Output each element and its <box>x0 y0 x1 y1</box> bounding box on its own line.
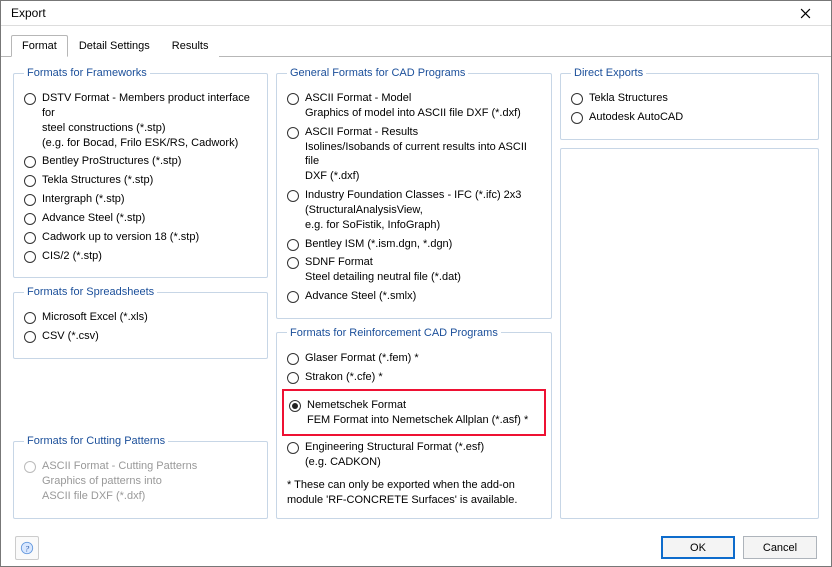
group-spreadsheets: Formats for Spreadsheets Microsoft Excel… <box>13 286 268 359</box>
export-dialog: Export Format Detail Settings Results Fo… <box>0 0 832 567</box>
group-direct-title: Direct Exports <box>571 67 646 79</box>
opt-esf[interactable]: Engineering Structural Format (*.esf) (e… <box>287 440 541 470</box>
tab-format[interactable]: Format <box>11 35 68 57</box>
radio-icon <box>24 312 36 324</box>
window-title: Export <box>11 6 46 20</box>
radio-icon <box>287 291 299 303</box>
opt-excel[interactable]: Microsoft Excel (*.xls) <box>24 310 257 325</box>
opt-bentley-ism[interactable]: Bentley ISM (*.ism.dgn, *.dgn) <box>287 237 541 252</box>
group-frameworks: Formats for Frameworks DSTV Format - Mem… <box>13 67 268 278</box>
opt-ifc[interactable]: Industry Foundation Classes - IFC (*.ifc… <box>287 188 541 233</box>
close-icon <box>800 8 811 19</box>
tab-strip: Format Detail Settings Results <box>1 26 831 57</box>
opt-bentley-prostructures[interactable]: Bentley ProStructures (*.stp) <box>24 154 257 169</box>
radio-icon <box>287 372 299 384</box>
radio-icon <box>24 93 36 105</box>
opt-csv[interactable]: CSV (*.csv) <box>24 329 257 344</box>
opt-ascii-results[interactable]: ASCII Format - Results Isolines/Isobands… <box>287 125 541 184</box>
radio-icon <box>24 461 36 473</box>
opt-tekla-structures[interactable]: Tekla Structures (*.stp) <box>24 173 257 188</box>
group-reinforcement: Formats for Reinforcement CAD Programs G… <box>276 327 552 519</box>
opt-dstv-label: DSTV Format - Members product interface … <box>42 91 257 150</box>
opt-sdnf[interactable]: SDNF Format Steel detailing neutral file… <box>287 255 541 285</box>
group-spreadsheets-title: Formats for Spreadsheets <box>24 286 157 298</box>
empty-panel <box>560 148 819 519</box>
group-cutting-title: Formats for Cutting Patterns <box>24 435 168 447</box>
group-cad: General Formats for CAD Programs ASCII F… <box>276 67 552 319</box>
radio-icon <box>287 190 299 202</box>
opt-dstv[interactable]: DSTV Format - Members product interface … <box>24 91 257 150</box>
opt-ascii-model[interactable]: ASCII Format - Model Graphics of model i… <box>287 91 541 121</box>
opt-strakon[interactable]: Strakon (*.cfe) * <box>287 370 541 385</box>
group-cad-title: General Formats for CAD Programs <box>287 67 468 79</box>
group-cutting: Formats for Cutting Patterns ASCII Forma… <box>13 435 268 519</box>
tab-panel-format: Formats for Frameworks DSTV Format - Mem… <box>1 57 831 529</box>
radio-icon <box>289 400 301 412</box>
reinforcement-note: * These can only be exported when the ad… <box>287 478 541 508</box>
svg-text:?: ? <box>25 543 30 553</box>
opt-direct-autocad[interactable]: Autodesk AutoCAD <box>571 110 808 125</box>
titlebar: Export <box>1 1 831 26</box>
opt-cadwork[interactable]: Cadwork up to version 18 (*.stp) <box>24 230 257 245</box>
opt-cis2[interactable]: CIS/2 (*.stp) <box>24 249 257 264</box>
help-icon: ? <box>20 541 34 555</box>
cancel-button[interactable]: Cancel <box>743 536 817 559</box>
group-reinforcement-title: Formats for Reinforcement CAD Programs <box>287 327 501 339</box>
radio-icon <box>24 175 36 187</box>
opt-glaser[interactable]: Glaser Format (*.fem) * <box>287 351 541 366</box>
dialog-footer: ? OK Cancel <box>1 529 831 566</box>
group-frameworks-title: Formats for Frameworks <box>24 67 150 79</box>
radio-icon <box>287 239 299 251</box>
opt-cutting-label: ASCII Format - Cutting Patterns Graphics… <box>42 459 197 504</box>
radio-icon <box>287 93 299 105</box>
radio-icon <box>287 127 299 139</box>
close-button[interactable] <box>785 1 825 25</box>
group-direct: Direct Exports Tekla Structures Autodesk… <box>560 67 819 140</box>
opt-advance-steel[interactable]: Advance Steel (*.stp) <box>24 211 257 226</box>
radio-icon <box>24 331 36 343</box>
radio-icon <box>24 156 36 168</box>
opt-advance-steel-smlx[interactable]: Advance Steel (*.smlx) <box>287 289 541 304</box>
opt-nemetschek[interactable]: Nemetschek Format FEM Format into Nemets… <box>289 398 539 428</box>
radio-icon <box>571 112 583 124</box>
radio-icon <box>287 442 299 454</box>
tab-results[interactable]: Results <box>161 35 220 57</box>
radio-icon <box>24 194 36 206</box>
radio-icon <box>571 93 583 105</box>
radio-icon <box>24 232 36 244</box>
tab-detail-settings[interactable]: Detail Settings <box>68 35 161 57</box>
ok-button[interactable]: OK <box>661 536 735 559</box>
highlighted-option: Nemetschek Format FEM Format into Nemets… <box>282 389 546 437</box>
opt-direct-tekla[interactable]: Tekla Structures <box>571 91 808 106</box>
opt-cutting-patterns: ASCII Format - Cutting Patterns Graphics… <box>24 459 257 504</box>
help-button[interactable]: ? <box>15 536 39 560</box>
radio-icon <box>287 257 299 269</box>
radio-icon <box>24 251 36 263</box>
radio-icon <box>287 353 299 365</box>
opt-intergraph[interactable]: Intergraph (*.stp) <box>24 192 257 207</box>
radio-icon <box>24 213 36 225</box>
